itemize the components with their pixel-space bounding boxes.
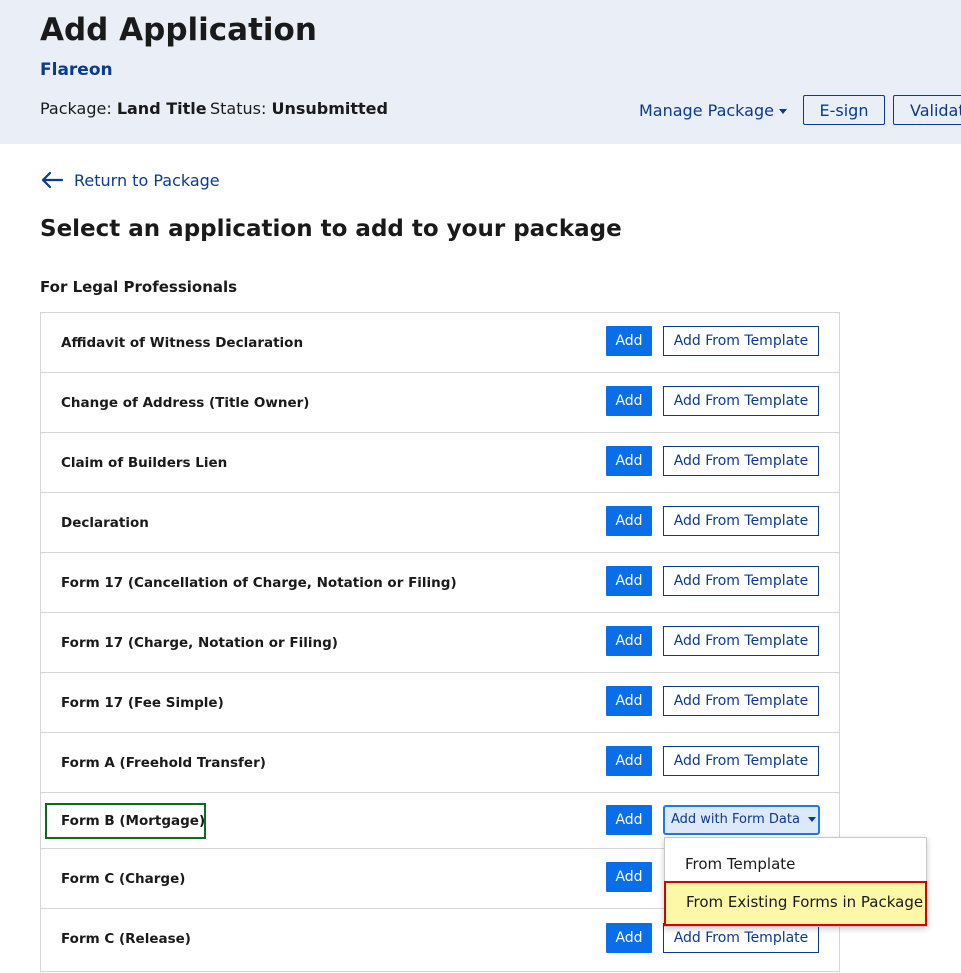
- add-button[interactable]: Add: [606, 326, 652, 356]
- add-button[interactable]: Add: [606, 446, 652, 476]
- add-from-template-button[interactable]: Add From Template: [663, 626, 819, 656]
- application-name: Form C (Release): [61, 931, 191, 947]
- list-item: Form 17 (Charge, Notation or Filing) Add…: [41, 613, 839, 673]
- add-with-form-data-label: Add with Form Data: [671, 812, 800, 827]
- package-info: Package: Land Title: [40, 99, 207, 118]
- add-from-template-button[interactable]: Add From Template: [663, 746, 819, 776]
- highlight-form-b: [45, 803, 206, 839]
- add-button[interactable]: Add: [606, 805, 652, 835]
- application-name: Form 17 (Cancellation of Charge, Notatio…: [61, 575, 457, 591]
- return-label: Return to Package: [74, 170, 220, 190]
- menu-item-from-existing-forms[interactable]: From Existing Forms in Package: [664, 881, 927, 926]
- add-from-template-button[interactable]: Add From Template: [663, 566, 819, 596]
- add-from-template-button[interactable]: Add From Template: [663, 326, 819, 356]
- manage-package-label: Manage Package: [639, 101, 774, 120]
- add-button[interactable]: Add: [606, 923, 652, 953]
- add-button[interactable]: Add: [606, 746, 652, 776]
- return-to-package-link[interactable]: Return to Package: [40, 170, 220, 190]
- add-button[interactable]: Add: [606, 566, 652, 596]
- section-heading: Select an application to add to your pac…: [40, 216, 622, 242]
- add-button[interactable]: Add: [606, 386, 652, 416]
- add-from-template-button[interactable]: Add From Template: [663, 506, 819, 536]
- list-item: Form 17 (Fee Simple) Add Add From Templa…: [41, 673, 839, 733]
- application-name: Form A (Freehold Transfer): [61, 755, 266, 771]
- form-data-dropdown-menu: From Template From Existing Forms in Pac…: [664, 837, 927, 927]
- application-name: Form 17 (Charge, Notation or Filing): [61, 635, 338, 651]
- add-button[interactable]: Add: [606, 686, 652, 716]
- add-with-form-data-dropdown[interactable]: Add with Form Data: [663, 805, 820, 835]
- manage-package-menu[interactable]: Manage Package: [639, 101, 787, 120]
- status-info: Status: Unsubmitted: [210, 99, 388, 118]
- add-from-template-button[interactable]: Add From Template: [663, 686, 819, 716]
- arrow-left-icon: [41, 171, 64, 189]
- application-name: Declaration: [61, 515, 149, 531]
- package-label: Package:: [40, 99, 112, 118]
- application-name: Form 17 (Fee Simple): [61, 695, 224, 711]
- package-value: Land Title: [116, 99, 207, 118]
- list-item: Change of Address (Title Owner) Add Add …: [41, 373, 839, 433]
- page-title: Add Application: [40, 12, 317, 48]
- caret-down-icon: [807, 817, 816, 822]
- list-item: Affidavit of Witness Declaration Add Add…: [41, 313, 839, 373]
- add-button[interactable]: Add: [606, 862, 652, 892]
- caret-down-icon: [778, 109, 787, 114]
- add-from-template-button[interactable]: Add From Template: [663, 386, 819, 416]
- validate-button[interactable]: Validat: [893, 95, 961, 125]
- category-heading: For Legal Professionals: [40, 278, 238, 296]
- application-name: Claim of Builders Lien: [61, 455, 228, 471]
- application-name: Affidavit of Witness Declaration: [61, 335, 304, 351]
- add-button[interactable]: Add: [606, 506, 652, 536]
- menu-item-from-template[interactable]: From Template: [685, 855, 795, 873]
- add-from-template-button[interactable]: Add From Template: [663, 923, 819, 953]
- application-name: Change of Address (Title Owner): [61, 395, 310, 411]
- status-value: Unsubmitted: [271, 99, 388, 118]
- list-item: Claim of Builders Lien Add Add From Temp…: [41, 433, 839, 493]
- add-from-template-button[interactable]: Add From Template: [663, 446, 819, 476]
- status-label: Status:: [210, 99, 267, 118]
- list-item: Form A (Freehold Transfer) Add Add From …: [41, 733, 839, 793]
- esign-button[interactable]: E-sign: [803, 95, 885, 125]
- page-header: Add Application Flareon Package: Land Ti…: [0, 0, 961, 144]
- list-item: Declaration Add Add From Template: [41, 493, 839, 553]
- package-owner-name: Flareon: [40, 60, 113, 80]
- add-button[interactable]: Add: [606, 626, 652, 656]
- list-item: Form 17 (Cancellation of Charge, Notatio…: [41, 553, 839, 613]
- application-name: Form C (Charge): [61, 871, 186, 887]
